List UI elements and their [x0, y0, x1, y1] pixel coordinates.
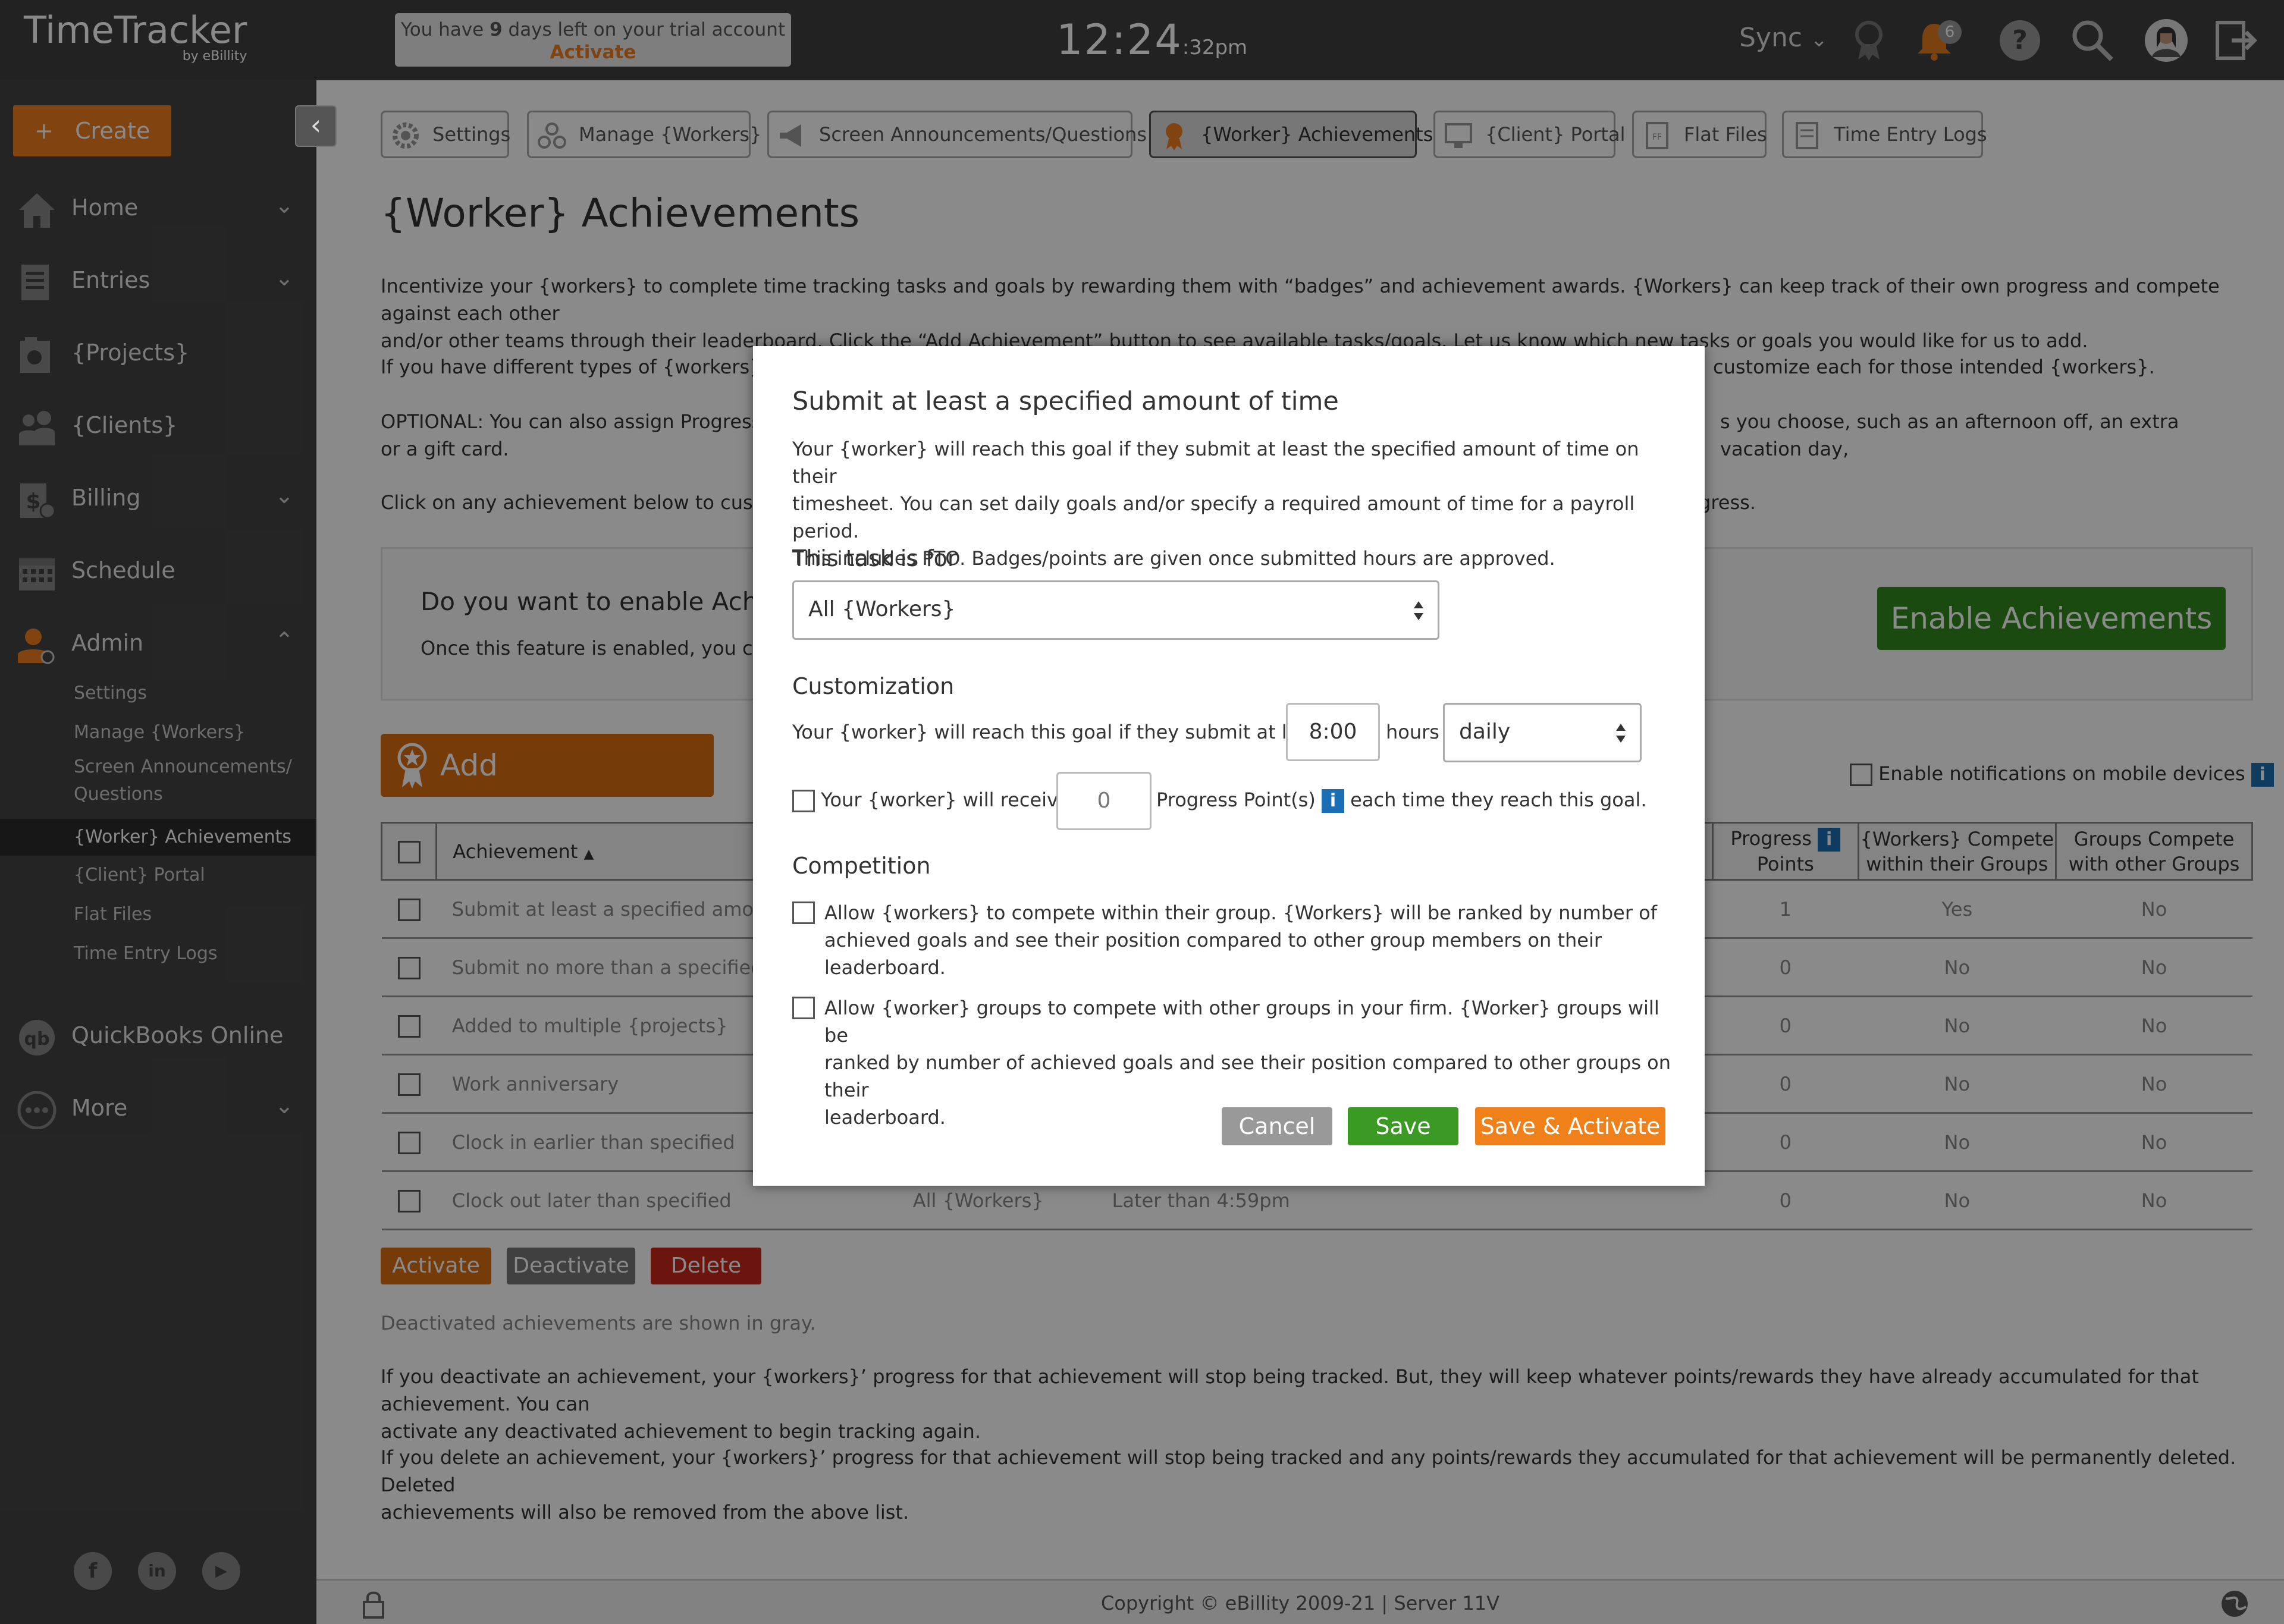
description-line: timesheet. You can set daily goals and/o… — [792, 492, 1635, 542]
compete-within-line: leaderboard. — [824, 956, 946, 979]
compete-within-line: achieved goals and see their position co… — [824, 929, 1602, 951]
compete-within-line: Allow {workers} to compete within their … — [824, 901, 1658, 924]
save-button[interactable]: Save — [1348, 1107, 1458, 1145]
description-line: Your {worker} will reach this goal if th… — [792, 438, 1639, 488]
points-text: Progress Point(s) — [1156, 789, 1316, 811]
points-suffix-text: each time they reach this goal. — [1350, 789, 1647, 811]
select-arrows-icon — [1616, 724, 1626, 743]
hours-input[interactable]: 8:00 — [1286, 703, 1380, 761]
receive-text: Your {worker} will receive — [821, 789, 1070, 811]
compete-within-group-checkbox[interactable] — [792, 901, 815, 924]
progress-points-input[interactable]: 0 — [1056, 772, 1152, 830]
task-for-value: All {Workers} — [808, 597, 956, 621]
period-select[interactable]: daily — [1443, 703, 1642, 762]
save-and-activate-button[interactable]: Save & Activate — [1475, 1107, 1665, 1145]
progress-points-checkbox[interactable] — [792, 790, 815, 812]
period-value: daily — [1459, 720, 1511, 744]
customization-heading: Customization — [792, 673, 955, 699]
hours-label: hours — [1386, 721, 1439, 743]
chevron-left-icon: ‹ — [310, 109, 322, 141]
select-arrows-icon — [1414, 601, 1423, 620]
task-for-label: This task is for — [792, 545, 957, 571]
groups-compete-checkbox[interactable] — [792, 997, 815, 1019]
achievement-settings-dialog: Submit at least a specified amount of ti… — [753, 346, 1705, 1186]
cancel-button[interactable]: Cancel — [1222, 1107, 1332, 1145]
task-for-select[interactable]: All {Workers} — [792, 580, 1439, 640]
groups-compete-line: ranked by number of achieved goals and s… — [824, 1051, 1671, 1101]
reach-goal-text: Your {worker} will reach this goal if th… — [792, 721, 1328, 743]
progress-points-option: Your {worker} will receive — [792, 789, 1070, 812]
competition-heading: Competition — [792, 853, 931, 879]
dialog-title: Submit at least a specified amount of ti… — [792, 387, 1339, 416]
collapse-sidebar-button[interactable]: ‹ — [295, 105, 337, 147]
info-icon[interactable]: i — [1322, 789, 1344, 813]
compete-within-group-option: Allow {workers} to compete within their … — [792, 899, 1684, 981]
groups-compete-line: Allow {worker} groups to compete with ot… — [824, 997, 1659, 1047]
progress-points-suffix: Progress Point(s) i each time they reach… — [1156, 789, 1647, 813]
